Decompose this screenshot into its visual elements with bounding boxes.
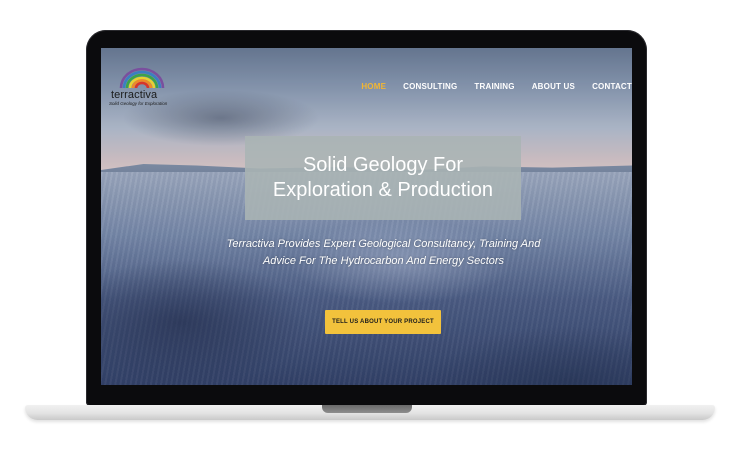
logo-name: terractiva bbox=[111, 89, 158, 101]
nav-item-about-us[interactable]: ABOUT US bbox=[532, 82, 575, 91]
nav-item-contact[interactable]: CONTACT bbox=[592, 82, 632, 91]
logo-tagline: Solid Geology for Exploration bbox=[109, 101, 168, 106]
tell-us-project-button[interactable]: TELL US ABOUT YOUR PROJECT bbox=[325, 310, 441, 334]
website-screen: terractiva Solid Geology for Exploration… bbox=[101, 48, 632, 385]
hero-title: Solid Geology For Exploration & Producti… bbox=[272, 154, 494, 201]
hero-title-box: Solid Geology For Exploration & Producti… bbox=[245, 136, 521, 220]
hero-subtitle: Terractiva Provides Expert Geological Co… bbox=[226, 238, 541, 267]
nav-item-home[interactable]: HOME bbox=[361, 82, 386, 91]
laptop-mockup: terractiva Solid Geology for Exploration… bbox=[0, 0, 740, 464]
site-logo[interactable]: terractiva Solid Geology for Exploration bbox=[109, 66, 185, 110]
nav-item-consulting[interactable]: CONSULTING bbox=[403, 82, 457, 91]
nav-item-training[interactable]: TRAINING bbox=[474, 82, 514, 91]
main-nav: HOME CONSULTING TRAINING ABOUT US CONTAC… bbox=[344, 82, 632, 91]
laptop-hinge-notch bbox=[322, 405, 412, 413]
rainbow-arc-icon bbox=[119, 67, 165, 88]
